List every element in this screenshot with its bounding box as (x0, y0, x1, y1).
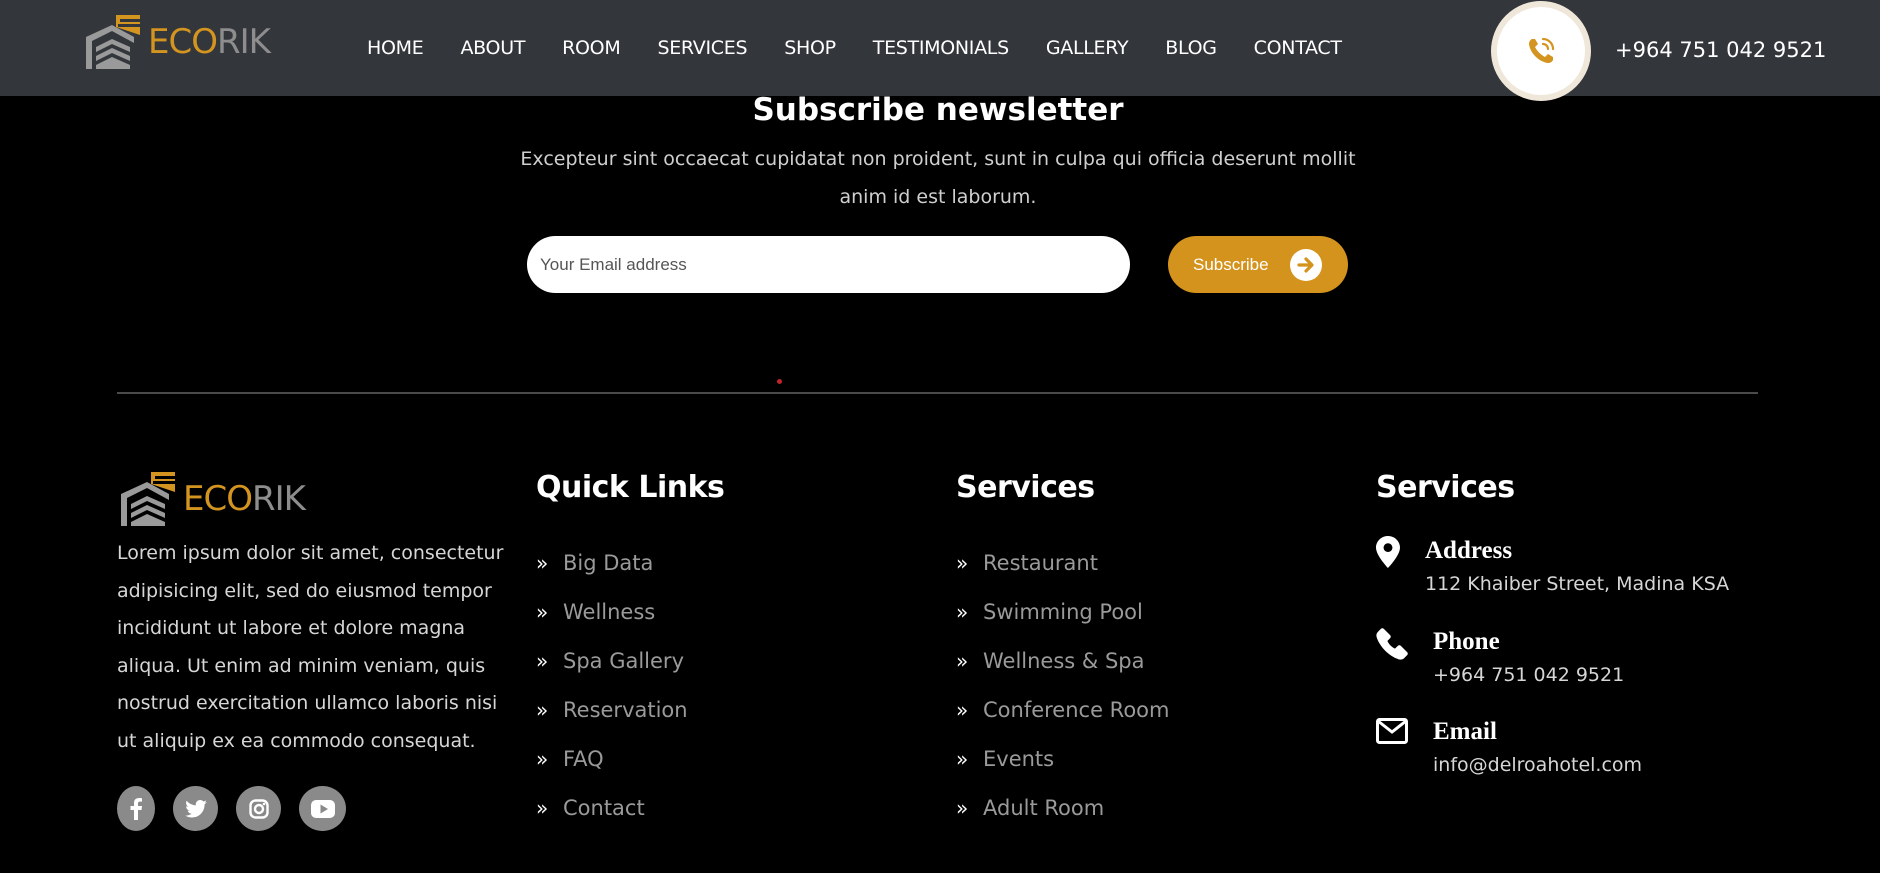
phone-ringing-icon (1529, 37, 1555, 63)
envelope-icon (1376, 718, 1408, 744)
email-value[interactable]: info@delroahotel.com (1433, 754, 1642, 776)
double-chevron-right-icon: » (536, 599, 549, 624)
service-link-item[interactable]: » Restaurant (956, 538, 1169, 587)
logo-text-rik: RIK (251, 479, 306, 519)
logo-wordmark: ECORIK (183, 479, 306, 519)
address-value: 112 Khaiber Street, Madina KSA (1425, 573, 1730, 595)
nav-contact[interactable]: CONTACT (1254, 37, 1342, 59)
service-link-label: Restaurant (983, 550, 1098, 575)
quick-links-list: » Big Data » Wellness » Spa Gallery » Reserv… (536, 538, 688, 832)
service-link-label: Swimming Pool (983, 599, 1143, 624)
double-chevron-right-icon: » (956, 697, 969, 722)
service-link-item[interactable]: » Adult Room (956, 783, 1169, 832)
double-chevron-right-icon: » (536, 697, 549, 722)
phone-value[interactable]: +964 751 042 9521 (1433, 664, 1624, 686)
service-link-item[interactable]: » Conference Room (956, 685, 1169, 734)
quick-link-item[interactable]: » FAQ (536, 734, 688, 783)
email-label: Email (1433, 718, 1497, 745)
double-chevron-right-icon: » (956, 795, 969, 820)
service-link-label: Events (983, 746, 1055, 771)
subscribe-button[interactable]: Subscribe (1168, 236, 1348, 293)
double-chevron-right-icon: » (956, 746, 969, 771)
service-link-item[interactable]: » Wellness & Spa (956, 636, 1169, 685)
logo-text-rik: RIK (216, 22, 271, 62)
house-stripes-logo-icon (121, 472, 175, 526)
nav-blog[interactable]: BLOG (1165, 37, 1217, 59)
phone-icon (1376, 628, 1408, 660)
house-stripes-logo-icon (86, 15, 140, 69)
double-chevron-right-icon: » (956, 648, 969, 673)
double-chevron-right-icon: » (536, 795, 549, 820)
nav-gallery[interactable]: GALLERY (1046, 37, 1129, 59)
phone-label: Phone (1433, 628, 1500, 655)
double-chevron-right-icon: » (956, 550, 969, 575)
service-link-label: Wellness & Spa (983, 648, 1145, 673)
logo-text-eco: ECO (183, 479, 253, 519)
newsletter-title: Subscribe newsletter (752, 92, 1124, 128)
address-label: Address (1425, 537, 1513, 564)
nav-about[interactable]: ABOUT (460, 37, 525, 59)
quick-link-label: Big Data (563, 550, 654, 575)
twitter-icon[interactable] (173, 786, 218, 831)
double-chevron-right-icon: » (956, 599, 969, 624)
facebook-icon[interactable] (117, 786, 155, 831)
quick-link-label: Reservation (563, 697, 688, 722)
double-chevron-right-icon: » (536, 550, 549, 575)
youtube-icon[interactable] (299, 786, 346, 831)
instagram-icon[interactable] (236, 786, 281, 831)
quick-link-item[interactable]: » Wellness (536, 587, 688, 636)
quick-links-title: Quick Links (536, 470, 725, 505)
service-link-item[interactable]: » Swimming Pool (956, 587, 1169, 636)
nav-shop[interactable]: SHOP (784, 37, 836, 59)
header-logo[interactable]: ECORIK (82, 13, 271, 71)
logo-text-eco: ECO (148, 22, 218, 62)
site-header: ECORIK HOME ABOUT ROOM SERVICES SHOP TES… (0, 0, 1880, 101)
service-link-label: Adult Room (983, 795, 1105, 820)
quick-link-item[interactable]: » Reservation (536, 685, 688, 734)
nav-home[interactable]: HOME (367, 37, 424, 59)
quick-link-item[interactable]: » Big Data (536, 538, 688, 587)
contact-column-title: Services (1376, 470, 1515, 505)
footer-logo[interactable]: ECORIK (117, 470, 306, 528)
service-link-label: Conference Room (983, 697, 1170, 722)
quick-link-item[interactable]: » Spa Gallery (536, 636, 688, 685)
arrow-right-circle-icon (1290, 249, 1322, 281)
services-list: » Restaurant » Swimming Pool » Wellness & S… (956, 538, 1169, 832)
quick-link-label: Wellness (563, 599, 656, 624)
service-link-item[interactable]: » Events (956, 734, 1169, 783)
map-pin-icon (1376, 536, 1400, 568)
header-phone-number[interactable]: +964 751 042 9521 (1615, 38, 1826, 62)
newsletter-email-input[interactable] (527, 236, 1130, 293)
main-nav: HOME ABOUT ROOM SERVICES SHOP TESTIMONIA… (367, 0, 1379, 96)
nav-testimonials[interactable]: TESTIMONIALS (873, 37, 1009, 59)
logo-wordmark: ECORIK (148, 22, 271, 62)
quick-link-label: FAQ (563, 746, 604, 771)
subscribe-button-label: Subscribe (1193, 254, 1269, 274)
nav-room[interactable]: ROOM (562, 37, 621, 59)
quick-link-label: Spa Gallery (563, 648, 684, 673)
newsletter-description: Excepteur sint occaecat cupidatat non pr… (520, 148, 1356, 208)
nav-services[interactable]: SERVICES (657, 37, 747, 59)
double-chevron-right-icon: » (536, 746, 549, 771)
decorative-dot (777, 379, 782, 384)
quick-link-label: Contact (563, 795, 645, 820)
services-title: Services (956, 470, 1095, 505)
quick-link-item[interactable]: » Contact (536, 783, 688, 832)
social-links (117, 786, 364, 831)
footer-divider (117, 392, 1758, 394)
double-chevron-right-icon: » (536, 648, 549, 673)
phone-call-button[interactable] (1491, 1, 1591, 101)
footer-about-text: Lorem ipsum dolor sit amet, consectetur … (117, 542, 504, 752)
